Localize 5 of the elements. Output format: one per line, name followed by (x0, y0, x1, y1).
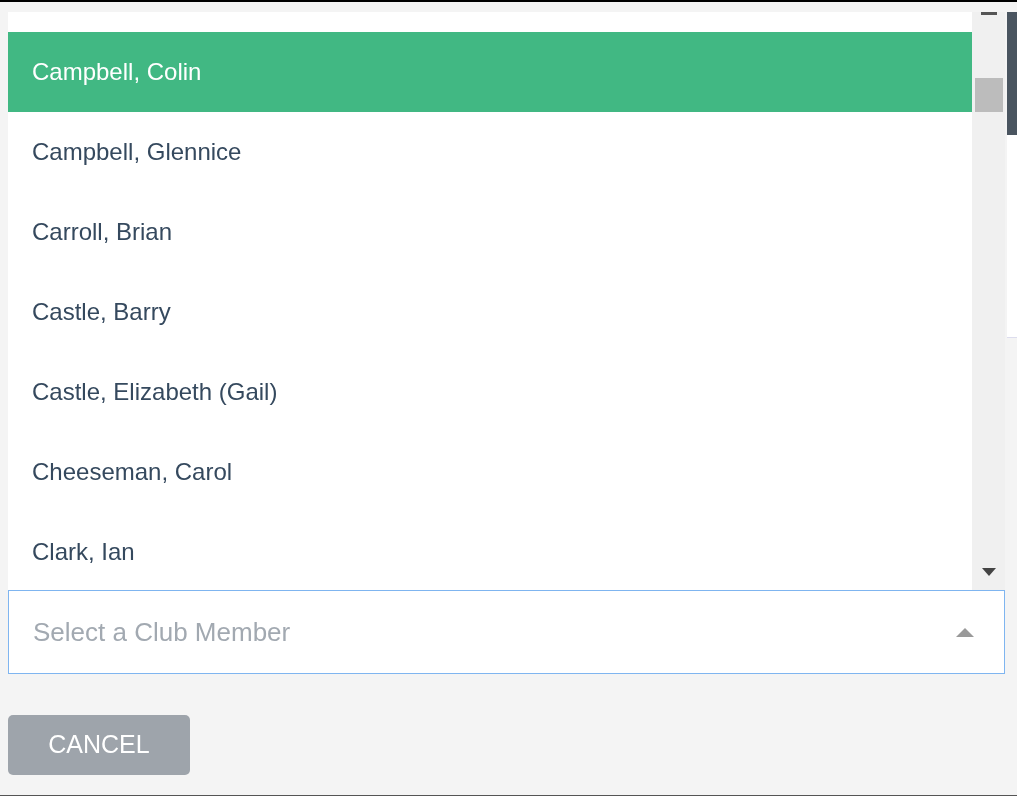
scrollbar-thumb[interactable] (974, 78, 1003, 112)
scroll-down-icon[interactable] (981, 568, 996, 576)
caret-icon (956, 627, 974, 637)
scrollbar[interactable] (972, 12, 1005, 590)
scroll-up-icon[interactable] (980, 12, 997, 15)
